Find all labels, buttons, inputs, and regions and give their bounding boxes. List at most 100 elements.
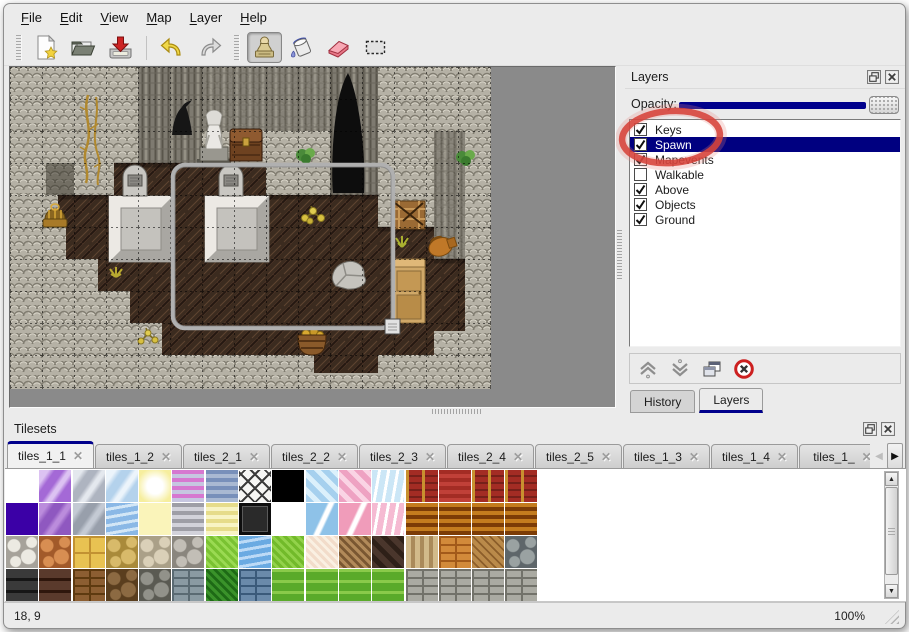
palette-tile-3-4[interactable]	[139, 569, 171, 601]
palette-tile-1-7[interactable]	[239, 503, 271, 535]
new-file-button[interactable]	[29, 32, 64, 63]
layer-row-mapevents[interactable]: Mapevents	[630, 152, 900, 167]
palette-tile-1-6[interactable]	[206, 503, 238, 535]
tileset-tab-tiles_1_[interactable]: tiles_1_✕	[799, 444, 870, 469]
checked-checkbox-icon[interactable]	[634, 123, 647, 136]
opacity-slider-track[interactable]	[679, 102, 866, 109]
raise-layer-button[interactable]	[635, 356, 660, 381]
menu-edit[interactable]: Edit	[51, 7, 91, 28]
stamp-tool-button[interactable]	[247, 32, 282, 63]
palette-tile-1-2[interactable]	[73, 503, 105, 535]
palette-tile-2-1[interactable]	[39, 536, 71, 568]
palette-tile-3-0[interactable]	[6, 569, 38, 601]
palette-tile-0-13[interactable]	[439, 470, 471, 502]
palette-tile-0-1[interactable]	[39, 470, 71, 502]
palette-tile-2-3[interactable]	[106, 536, 138, 568]
close-tab-icon[interactable]: ✕	[513, 450, 523, 464]
palette-tile-1-0[interactable]	[6, 503, 38, 535]
horizontal-splitter[interactable]	[432, 409, 482, 414]
tileset-tab-tiles_2_4[interactable]: tiles_2_4✕	[447, 444, 534, 469]
palette-tile-0-12[interactable]	[406, 470, 438, 502]
palette-tile-0-2[interactable]	[73, 470, 105, 502]
close-tab-icon[interactable]: ✕	[862, 450, 870, 464]
float-panel-icon[interactable]	[867, 70, 881, 84]
palette-tile-2-8[interactable]	[272, 536, 304, 568]
scroll-tabs-left-icon[interactable]: ◀	[871, 443, 887, 469]
close-tab-icon[interactable]: ✕	[337, 450, 347, 464]
unchecked-checkbox-icon[interactable]	[634, 168, 647, 181]
redo-button[interactable]	[192, 32, 227, 63]
palette-scrollbar[interactable]: ▲ ▼	[884, 471, 899, 599]
palette-tile-3-8[interactable]	[272, 569, 304, 601]
palette-tile-0-3[interactable]	[106, 470, 138, 502]
palette-tile-1-15[interactable]	[505, 503, 537, 535]
palette-tile-2-4[interactable]	[139, 536, 171, 568]
lower-layer-button[interactable]	[667, 356, 692, 381]
palette-tile-2-2[interactable]	[73, 536, 105, 568]
palette-tile-2-12[interactable]	[406, 536, 438, 568]
palette-tile-3-7[interactable]	[239, 569, 271, 601]
palette-tile-1-9[interactable]	[306, 503, 338, 535]
toolbar-handle[interactable]	[234, 35, 240, 61]
palette-tile-1-11[interactable]	[372, 503, 404, 535]
layer-row-walkable[interactable]: Walkable	[630, 167, 900, 182]
palette-tile-0-10[interactable]	[339, 470, 371, 502]
palette-tile-2-0[interactable]	[6, 536, 38, 568]
close-panel-icon[interactable]	[885, 70, 899, 84]
palette-tile-2-15[interactable]	[505, 536, 537, 568]
palette-tile-3-5[interactable]	[172, 569, 204, 601]
palette-tile-3-9[interactable]	[306, 569, 338, 601]
palette-tile-0-8[interactable]	[272, 470, 304, 502]
select-tool-button[interactable]	[358, 32, 393, 63]
palette-tile-1-1[interactable]	[39, 503, 71, 535]
palette-tile-0-15[interactable]	[505, 470, 537, 502]
tileset-tab-tiles_2_5[interactable]: tiles_2_5✕	[535, 444, 622, 469]
close-tab-icon[interactable]: ✕	[777, 450, 787, 464]
palette-tile-2-11[interactable]	[372, 536, 404, 568]
close-tab-icon[interactable]: ✕	[73, 449, 83, 463]
close-tab-icon[interactable]: ✕	[249, 450, 259, 464]
palette-tile-0-11[interactable]	[372, 470, 404, 502]
palette-tile-2-13[interactable]	[439, 536, 471, 568]
resize-grip[interactable]	[885, 610, 899, 624]
float-panel-icon[interactable]	[863, 422, 877, 436]
palette-tile-3-11[interactable]	[372, 569, 404, 601]
palette-tile-3-10[interactable]	[339, 569, 371, 601]
palette-tile-0-5[interactable]	[172, 470, 204, 502]
palette-tile-0-4[interactable]	[139, 470, 171, 502]
delete-layer-button[interactable]	[731, 356, 756, 381]
palette-tile-0-14[interactable]	[472, 470, 504, 502]
palette-tile-1-5[interactable]	[172, 503, 204, 535]
palette-tile-1-12[interactable]	[406, 503, 438, 535]
close-tab-icon[interactable]: ✕	[425, 450, 435, 464]
save-file-button[interactable]	[103, 32, 138, 63]
close-tab-icon[interactable]: ✕	[689, 450, 699, 464]
layer-row-above[interactable]: Above	[630, 182, 900, 197]
palette-tile-0-6[interactable]	[206, 470, 238, 502]
tileset-tab-tiles_2_1[interactable]: tiles_2_1✕	[183, 444, 270, 469]
selection-resize-handle[interactable]	[385, 319, 400, 334]
palette-tile-1-3[interactable]	[106, 503, 138, 535]
palette-tile-2-7[interactable]	[239, 536, 271, 568]
layer-row-objects[interactable]: Objects	[630, 197, 900, 212]
tileset-tab-tiles_2_3[interactable]: tiles_2_3✕	[359, 444, 446, 469]
scroll-up-icon[interactable]: ▲	[885, 472, 898, 486]
checked-checkbox-icon[interactable]	[634, 198, 647, 211]
scrollbar-thumb[interactable]	[885, 487, 898, 575]
menu-map[interactable]: Map	[137, 7, 180, 28]
close-tab-icon[interactable]: ✕	[161, 450, 171, 464]
scroll-down-icon[interactable]: ▼	[885, 584, 898, 598]
duplicate-layer-button[interactable]	[699, 356, 724, 381]
map-canvas[interactable]	[10, 67, 491, 389]
palette-tile-0-7[interactable]	[239, 470, 271, 502]
tileset-tab-tiles_2_2[interactable]: tiles_2_2✕	[271, 444, 358, 469]
checked-checkbox-icon[interactable]	[634, 138, 647, 151]
menu-file[interactable]: File	[12, 7, 51, 28]
menu-help[interactable]: Help	[231, 7, 276, 28]
toolbar-handle[interactable]	[16, 35, 22, 61]
dock-tab-history[interactable]: History	[630, 390, 695, 413]
close-panel-icon[interactable]	[881, 422, 895, 436]
palette-tile-2-14[interactable]	[472, 536, 504, 568]
palette-tile-2-9[interactable]	[306, 536, 338, 568]
tileset-tab-tiles_1_1[interactable]: tiles_1_1✕	[7, 441, 94, 469]
